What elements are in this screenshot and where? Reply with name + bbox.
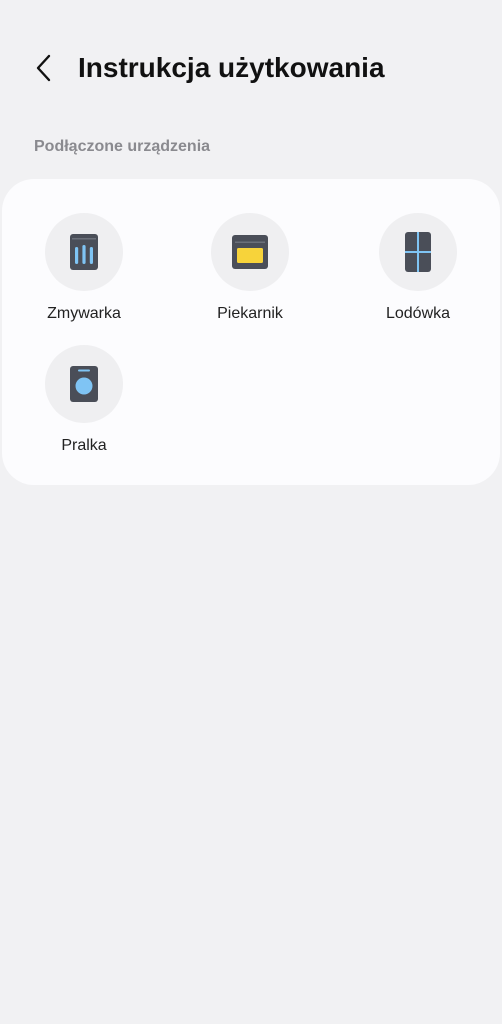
section-label: Podłączone urządzenia: [34, 138, 211, 155]
device-label: Pralka: [61, 437, 107, 454]
device-label: Zmywarka: [47, 305, 121, 322]
device-icon-circle: [379, 213, 457, 291]
dishwasher-icon: [70, 234, 98, 270]
back-button[interactable]: [22, 46, 66, 90]
device-icon-circle: [45, 345, 123, 423]
device-fridge[interactable]: Lodówka: [353, 213, 483, 324]
fridge-icon: [405, 232, 431, 272]
device-label: Piekarnik: [217, 305, 283, 322]
device-icon-circle: [45, 213, 123, 291]
washer-icon: [70, 366, 98, 402]
chevron-left-icon: [36, 54, 51, 82]
device-dishwasher[interactable]: Zmywarka: [19, 213, 149, 324]
devices-card: Zmywarka Piekarnik Lodówka Pralka: [2, 179, 500, 485]
device-label: Lodówka: [385, 305, 451, 322]
page-title: Instrukcja użytkowania: [78, 52, 385, 83]
header: Instrukcja użytkowania: [0, 0, 502, 130]
device-washer[interactable]: Pralka: [19, 345, 149, 456]
device-oven[interactable]: Piekarnik: [185, 213, 315, 324]
oven-icon: [232, 235, 268, 269]
device-icon-circle: [211, 213, 289, 291]
